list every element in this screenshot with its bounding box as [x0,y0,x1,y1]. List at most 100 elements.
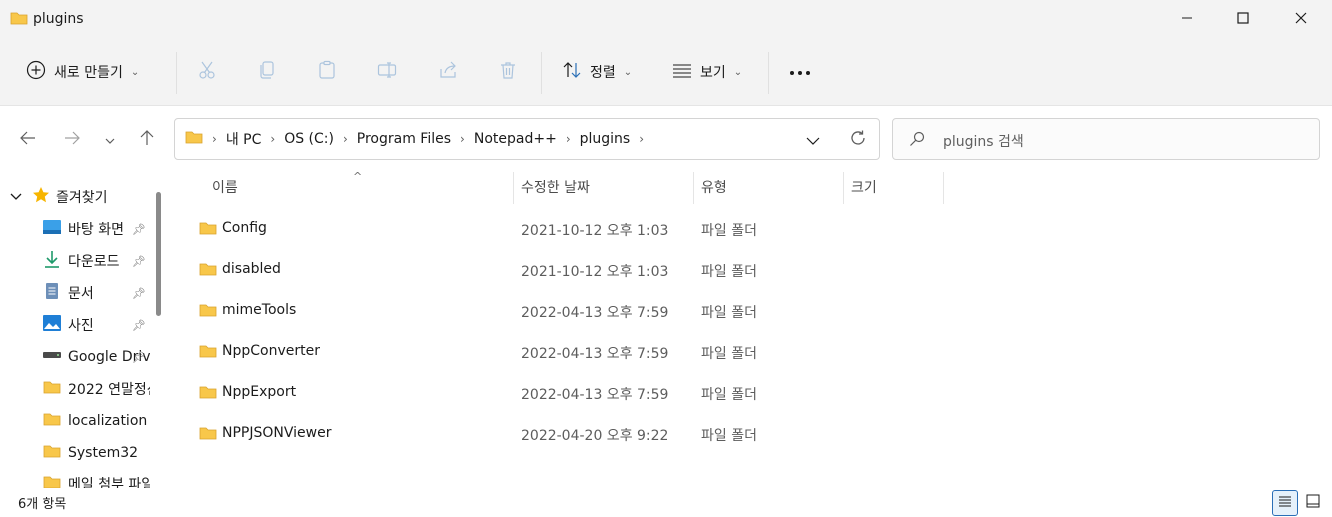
tiles-view-icon [1306,494,1320,512]
sidebar-item-folder[interactable]: 2022 연말정산 [42,377,152,401]
delete-button[interactable] [498,54,518,90]
navigation-pane: 즐겨찾기 바탕 화면 📌︎ 다운로드 📌︎ 문서 📌︎ 사진 📌︎ Google… [0,170,170,488]
search-placeholder: plugins 검색 [943,134,1024,150]
column-header-size[interactable]: 크기 [851,170,877,204]
folder-icon [42,379,62,399]
chevron-right-icon[interactable]: › [566,132,571,146]
folder-icon [198,425,218,445]
refresh-button[interactable] [849,129,867,151]
file-date: 2022-04-13 오후 7:59 [521,387,669,403]
sort-label: 정렬 [590,65,616,81]
back-button[interactable] [14,128,42,152]
up-button[interactable] [133,128,161,152]
forward-button[interactable] [58,128,86,152]
file-date: 2022-04-13 오후 7:59 [521,305,669,321]
folder-icon [198,384,218,404]
sort-ascending-icon: ^ [353,170,363,183]
file-list: 이름 ^ 수정한 날짜 유형 크기 Config 2021-10-12 오후 1… [170,170,1332,488]
copy-button[interactable] [257,54,277,90]
breadcrumb-item-program-files[interactable]: Program Files [357,131,451,147]
chevron-right-icon[interactable]: › [639,132,644,146]
item-count: 6개 항목 [18,497,67,512]
scissors-icon [197,60,217,84]
recent-locations-button[interactable] [96,128,124,152]
column-divider[interactable] [943,172,944,204]
address-history-button[interactable] [806,133,820,149]
sidebar-item-folder[interactable]: 메일 첨부 파일 [42,472,152,488]
close-button[interactable] [1272,0,1330,40]
column-header-type[interactable]: 유형 [701,170,727,204]
drive-icon [42,346,62,368]
maximize-icon [1237,12,1249,28]
table-row[interactable]: NPPJSONViewer 2022-04-20 오후 9:22 파일 폴더 [170,413,1332,454]
paste-button[interactable] [317,54,337,90]
table-row[interactable]: NppExport 2022-04-13 오후 7:59 파일 폴더 [170,372,1332,413]
rename-button[interactable] [377,54,397,90]
file-date: 2022-04-13 오후 7:59 [521,346,669,362]
search-input[interactable]: plugins 검색 [892,118,1320,160]
window-title: plugins [33,11,84,27]
column-divider[interactable] [843,172,844,204]
pin-icon[interactable]: 📌︎ [132,319,146,332]
view-label: 보기 [700,65,726,81]
table-row[interactable]: NppConverter 2022-04-13 오후 7:59 파일 폴더 [170,331,1332,372]
title-bar: plugins [0,0,1332,40]
share-button[interactable] [438,54,458,90]
pin-icon[interactable]: 📌︎ [132,287,146,300]
sort-button[interactable]: 정렬 ⌄ [562,54,632,90]
sidebar-item-label: 2022 연말정산 [68,382,150,398]
sidebar-item-favorites[interactable]: 즐겨찾기 [10,186,108,208]
clipboard-icon [317,60,337,84]
trash-icon [498,60,518,84]
column-divider[interactable] [513,172,514,204]
column-divider[interactable] [693,172,694,204]
table-row[interactable]: Config 2021-10-12 오후 1:03 파일 폴더 [170,208,1332,249]
folder-icon [42,474,62,488]
plus-circle-icon [26,60,46,84]
breadcrumb-item-notepad[interactable]: Notepad++ [474,131,557,147]
folder-icon [10,10,28,30]
file-type: 파일 폴더 [701,387,757,403]
folder-icon [198,220,218,240]
file-name: Config [222,220,267,236]
sidebar-item-folder[interactable]: localization [42,409,152,433]
breadcrumb-item-drive[interactable]: OS (C:) [284,131,334,147]
close-icon [1295,12,1307,28]
new-button[interactable]: 새로 만들기 ⌄ [26,54,139,90]
pin-icon[interactable]: 📌︎ [132,255,146,268]
address-bar[interactable]: › 내 PC › OS (C:) › Program Files › Notep… [174,118,880,160]
minimize-button[interactable] [1158,0,1216,40]
chevron-right-icon[interactable]: › [270,132,275,146]
details-view-button[interactable] [1272,490,1298,516]
breadcrumb-item-this-pc[interactable]: 내 PC [226,129,262,149]
table-row[interactable]: mimeTools 2022-04-13 오후 7:59 파일 폴더 [170,290,1332,331]
table-row[interactable]: disabled 2021-10-12 오후 1:03 파일 폴더 [170,249,1332,290]
toolbar-divider [541,52,542,94]
favorites-label: 즐겨찾기 [56,190,108,206]
arrow-up-icon [140,130,154,150]
more-options-button[interactable] [789,54,811,90]
column-header-name[interactable]: 이름 [212,170,238,204]
view-button[interactable]: 보기 ⌄ [672,54,742,90]
file-type: 파일 폴더 [701,428,757,444]
new-label: 새로 만들기 [54,65,123,81]
file-date: 2021-10-12 오후 1:03 [521,223,669,239]
cut-button[interactable] [197,54,217,90]
chevron-down-icon: ⌄ [130,66,140,78]
arrow-right-icon [64,131,80,149]
chevron-down-icon[interactable] [10,189,22,205]
tiles-view-button[interactable] [1300,490,1326,516]
details-view-icon [1278,495,1292,511]
column-header-date[interactable]: 수정한 날짜 [521,170,590,204]
share-icon [438,60,458,84]
sidebar-scrollbar[interactable] [156,192,161,316]
list-view-icon [672,60,692,84]
maximize-button[interactable] [1214,0,1272,40]
refresh-icon [849,130,867,151]
pin-icon[interactable]: 📌︎ [132,351,146,364]
breadcrumb-item-plugins[interactable]: plugins [580,131,631,147]
pin-icon[interactable]: 📌︎ [132,223,146,236]
chevron-right-icon[interactable]: › [460,132,465,146]
chevron-right-icon[interactable]: › [343,132,348,146]
sidebar-item-folder[interactable]: System32 [42,441,152,465]
